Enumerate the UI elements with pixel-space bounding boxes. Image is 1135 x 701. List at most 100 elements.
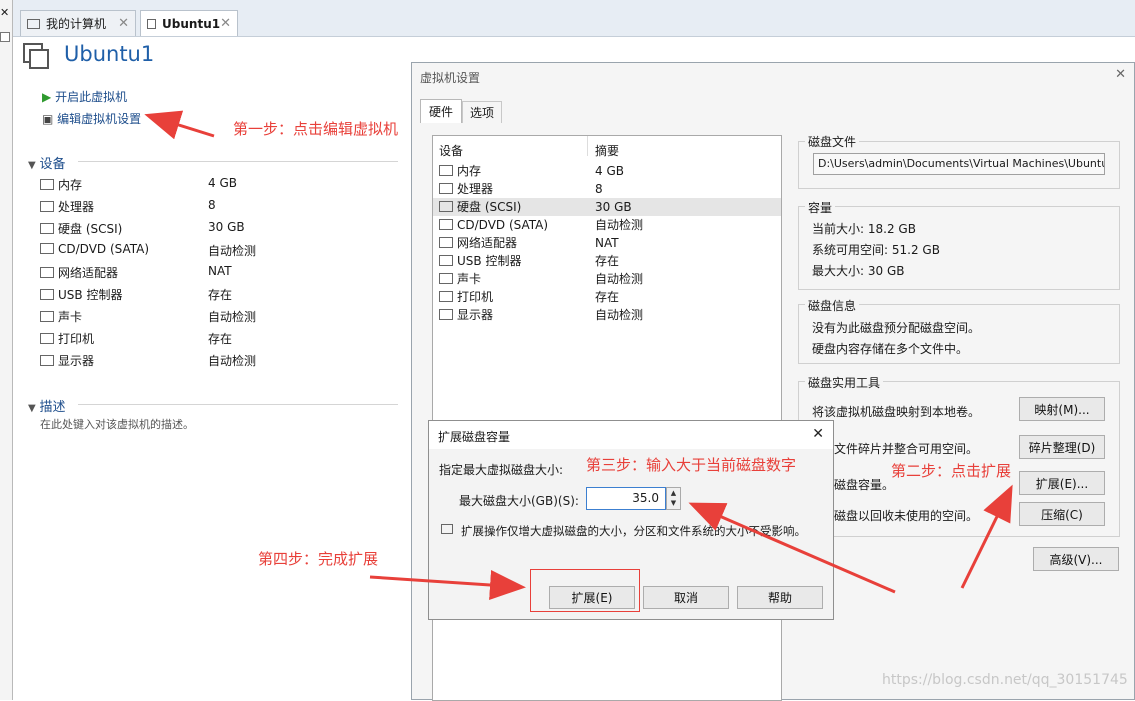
usb-icon [40,289,54,300]
info-icon [441,524,453,534]
decrement-icon[interactable]: ▼ [667,498,680,508]
capacity-label: 容量 [805,199,836,216]
tab-close-icon[interactable]: ✕ [220,16,231,31]
column-divider [587,136,588,156]
hardware-row[interactable]: 硬盘 (SCSI) 30 GB [433,198,781,216]
device-row[interactable]: 声卡 自动检测 [40,308,400,325]
defragment-button[interactable]: 碎片整理(D) [1019,435,1105,459]
memory-icon [40,179,54,190]
hard-disk-icon [439,201,453,212]
tab-ubuntu1[interactable]: Ubuntu1 ✕ [140,10,238,36]
column-header-device[interactable]: 设备 [439,142,463,159]
device-row[interactable]: 处理器 8 [40,198,400,215]
usb-icon [439,255,453,266]
increment-icon[interactable]: ▲ [667,488,680,498]
hardware-row[interactable]: 声卡 自动检测 [433,270,781,288]
dropdown-icon[interactable] [0,32,10,42]
hardware-row[interactable]: 处理器 8 [433,180,781,198]
device-label: USB 控制器 [58,288,123,302]
device-value: NAT [208,264,232,278]
hardware-value: 8 [595,182,603,196]
hardware-row[interactable]: CD/DVD (SATA) 自动检测 [433,216,781,234]
disk-info-line2: 硬盘内容存储在多个文件中。 [812,342,969,356]
size-stepper[interactable]: ▲ ▼ [666,487,681,510]
tab-options-label: 选项 [469,106,494,120]
monitor-icon [40,355,54,366]
disk-utilities-label: 磁盘实用工具 [805,374,884,391]
vm-tab-icon [147,18,157,29]
hardware-value: NAT [595,236,619,250]
device-value: 自动检测 [208,310,257,324]
collapse-icon: ▼ [28,160,36,171]
tab-close-icon[interactable]: ✕ [118,16,129,31]
hardware-label: USB 控制器 [457,254,522,268]
device-row[interactable]: USB 控制器 存在 [40,286,400,303]
speaker-icon [40,311,54,322]
device-label: 网络适配器 [58,266,119,280]
device-row[interactable]: 打印机 存在 [40,330,400,347]
map-button[interactable]: 映射(M)... [1019,397,1105,421]
max-size-input[interactable]: 35.0 [586,487,666,510]
device-row[interactable]: 硬盘 (SCSI) 30 GB [40,220,400,237]
device-value: 自动检测 [208,354,257,368]
close-icon[interactable]: ✕ [812,426,824,442]
device-label: 声卡 [58,310,83,324]
device-value: 4 GB [208,176,237,190]
hardware-label: 显示器 [457,308,494,322]
description-header[interactable]: ▼ 描述 [28,396,66,415]
hardware-row[interactable]: 内存 4 GB [433,162,781,180]
annotation-step1: 第一步：点击编辑虚拟机 [233,120,399,138]
hardware-row[interactable]: 网络适配器 NAT [433,234,781,252]
hardware-label: 处理器 [457,182,494,196]
hardware-row[interactable]: 显示器 自动检测 [433,306,781,324]
computer-icon [27,18,40,29]
devices-header[interactable]: ▼ 设备 [28,153,66,172]
edit-vm-link[interactable]: ▣ 编辑虚拟机设置 [42,110,141,127]
device-row[interactable]: 网络适配器 NAT [40,264,400,281]
annotation-step3: 第三步：输入大于当前磁盘数字 [586,456,797,474]
hardware-value: 30 GB [595,200,632,214]
tab-options[interactable]: 选项 [462,101,502,123]
collapse-icon: ▼ [28,403,36,414]
expand-button[interactable]: 扩展(E)... [1019,471,1105,495]
device-value: 30 GB [208,220,245,234]
hardware-label: CD/DVD (SATA) [457,218,549,232]
disk-file-field[interactable]: D:\Users\admin\Documents\Virtual Machine… [813,153,1105,175]
play-icon: ▶ [42,90,52,104]
hardware-value: 存在 [595,290,620,304]
memory-icon [439,165,453,176]
close-icon[interactable]: ✕ [1115,67,1126,82]
tab-my-computer[interactable]: 我的计算机 ✕ [20,10,136,36]
help-button[interactable]: 帮助 [737,586,823,609]
defrag-description: 文件碎片并整合可用空间。 [834,442,979,456]
advanced-button[interactable]: 高级(V)... [1033,547,1119,571]
tab-label: 我的计算机 [46,17,107,31]
close-icon[interactable]: ✕ [0,6,9,19]
device-value: 自动检测 [208,244,257,258]
hard-disk-icon [40,223,54,234]
hardware-label: 网络适配器 [457,236,518,250]
hardware-row[interactable]: 打印机 存在 [433,288,781,306]
start-vm-link[interactable]: ▶ 开启此虚拟机 [42,88,127,105]
device-row[interactable]: CD/DVD (SATA) 自动检测 [40,242,400,258]
description-placeholder[interactable]: 在此处键入对该虚拟机的描述。 [40,416,194,432]
device-label: 显示器 [58,354,95,368]
device-list: 内存 4 GB 处理器 8 硬盘 (SCSI) 30 GB CD/DVD (SATA) 自动检… [40,176,400,376]
device-row[interactable]: 显示器 自动检测 [40,352,400,369]
divider [78,161,398,162]
free-space-text: 系统可用空间: 51.2 GB [812,243,940,257]
cancel-button[interactable]: 取消 [643,586,729,609]
hardware-row[interactable]: USB 控制器 存在 [433,252,781,270]
arrow-step1 [144,110,215,140]
compact-button[interactable]: 压缩(C) [1019,502,1105,526]
device-label: 处理器 [58,200,95,214]
hardware-label: 内存 [457,164,482,178]
column-header-summary[interactable]: 摘要 [595,142,619,159]
divider [78,404,398,405]
device-row[interactable]: 内存 4 GB [40,176,400,193]
device-label: CD/DVD (SATA) [58,242,150,256]
tab-hardware[interactable]: 硬件 [420,99,462,123]
hardware-value: 4 GB [595,164,624,178]
hardware-value: 自动检测 [595,308,644,322]
device-label: 硬盘 (SCSI) [58,222,123,236]
